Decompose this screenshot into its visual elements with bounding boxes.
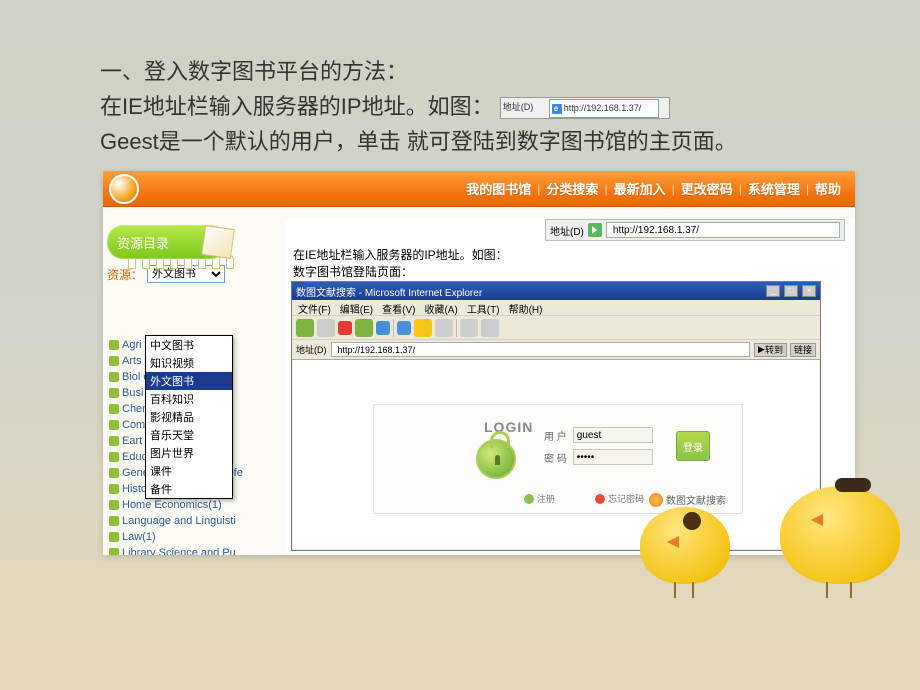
dropdown-item-selected[interactable]: 外文图书 <box>146 372 232 390</box>
dropdown-item[interactable]: 图片世界 <box>146 444 232 462</box>
ie-address-bar: 地址(D) http://192.168.1.37/ ▶ 转到 链接 <box>292 340 820 360</box>
dropdown-item[interactable]: 备件 <box>146 480 232 498</box>
ie-menubar: 文件(F) 编辑(E) 查看(V) 收藏(A) 工具(T) 帮助(H) <box>292 300 820 316</box>
instruction-text: 在IE地址栏输入服务器的IP地址。如图： 数字图书馆登陆页面： <box>293 247 508 281</box>
slide-text-block: 一、登入数字图书平台的方法： 在IE地址栏输入服务器的IP地址。如图： 地址(D… <box>100 54 850 160</box>
category-item[interactable]: Language and Linguisti <box>109 513 243 529</box>
nav-help[interactable]: 帮助 <box>815 179 841 198</box>
category-item[interactable]: Law(1) <box>109 529 243 545</box>
user-label: 用 户 <box>544 428 567 443</box>
folder-icon <box>109 468 119 478</box>
nav-system-admin[interactable]: 系统管理 <box>748 179 800 198</box>
plus-icon <box>524 494 534 504</box>
chick-illustration <box>780 458 900 598</box>
ie-content: LOGIN 用 户 密 码 登录 注册 <box>293 360 819 549</box>
links-button[interactable]: 链接 <box>790 343 816 357</box>
back-button[interactable] <box>296 319 314 337</box>
go-button[interactable]: ▶ 转到 <box>754 343 787 357</box>
print-button[interactable] <box>481 319 499 337</box>
pass-input[interactable] <box>573 449 653 465</box>
login-form: 用 户 密 码 <box>544 427 653 471</box>
dropdown-item[interactable]: 中文图书 <box>146 336 232 354</box>
favorites-button[interactable] <box>414 319 432 337</box>
menu-view[interactable]: 查看(V) <box>382 301 415 314</box>
search-button[interactable] <box>397 321 411 335</box>
slide-heading: 一、登入数字图书平台的方法： <box>100 54 850 89</box>
forgot-link[interactable]: 忘记密码 <box>595 492 644 505</box>
menu-favorites[interactable]: 收藏(A) <box>424 301 457 314</box>
home-button[interactable] <box>376 321 390 335</box>
minimize-button[interactable]: _ <box>766 285 780 297</box>
nav-category-search[interactable]: 分类搜索 <box>546 179 598 198</box>
login-button[interactable]: 登录 <box>676 431 710 461</box>
dropdown-item[interactable]: 知识视频 <box>146 354 232 372</box>
notebook-icon <box>201 225 235 259</box>
slide-line3: Geest是一个默认的用户，单击 就可登陆到数字图书馆的主页面。 <box>100 124 850 159</box>
menu-edit[interactable]: 编辑(E) <box>340 301 373 314</box>
menu-tools[interactable]: 工具(T) <box>467 301 500 314</box>
maximize-button[interactable]: □ <box>784 285 798 297</box>
lock-icon <box>476 439 516 479</box>
login-links: 注册 忘记密码 <box>524 492 644 505</box>
register-link[interactable]: 注册 <box>524 492 555 505</box>
folder-icon <box>109 484 119 494</box>
folder-icon <box>109 500 119 510</box>
pass-label: 密 码 <box>544 450 567 465</box>
address-bar-inline: 地址(D) http://192.168.1.37/ <box>500 97 670 119</box>
login-title: LOGIN <box>484 419 533 435</box>
folder-icon <box>109 532 119 542</box>
category-item[interactable]: Home Economics(1) <box>109 497 243 513</box>
mail-button[interactable] <box>460 319 478 337</box>
window-buttons: _ □ × <box>765 285 816 297</box>
ie-icon <box>552 104 562 114</box>
ie-titlebar: 数图文献搜索 - Microsoft Internet Explorer _ □… <box>292 282 820 300</box>
category-item[interactable]: Library Science and Pu <box>109 545 243 555</box>
menu-file[interactable]: 文件(F) <box>298 301 331 314</box>
top-nav: 我的图书馆| 分类搜索| 最新加入| 更改密码| 系统管理| 帮助 <box>103 171 855 207</box>
go-arrow-icon[interactable] <box>588 223 602 237</box>
url-box: http://192.168.1.37/ <box>549 99 659 117</box>
menu-help[interactable]: 帮助(H) <box>509 301 543 314</box>
chick-illustration <box>640 488 730 598</box>
ie-toolbar <box>292 316 820 340</box>
refresh-button[interactable] <box>355 319 373 337</box>
logo-icon <box>109 174 139 204</box>
forward-button[interactable] <box>317 319 335 337</box>
folder-icon <box>109 436 119 446</box>
nav-change-password[interactable]: 更改密码 <box>681 179 733 198</box>
stop-button[interactable] <box>338 321 352 335</box>
folder-icon <box>109 420 119 430</box>
folder-icon <box>109 452 119 462</box>
question-icon <box>595 494 605 504</box>
folder-icon <box>109 372 119 382</box>
resource-dropdown-open[interactable]: 中文图书 知识视频 外文图书 百科知识 影视精品 音乐天堂 图片世界 课件 备件 <box>145 335 233 499</box>
dropdown-item[interactable]: 百科知识 <box>146 390 232 408</box>
screenshot-area: 我的图书馆| 分类搜索| 最新加入| 更改密码| 系统管理| 帮助 资源目录 资… <box>103 171 855 555</box>
user-input[interactable] <box>573 427 653 443</box>
history-button[interactable] <box>435 319 453 337</box>
ie-url-input[interactable]: http://192.168.1.37/ <box>331 342 751 357</box>
dropdown-item[interactable]: 音乐天堂 <box>146 426 232 444</box>
folder-icon <box>109 404 119 414</box>
close-button[interactable]: × <box>802 285 816 297</box>
nav-my-library[interactable]: 我的图书馆 <box>466 179 531 198</box>
dropdown-item[interactable]: 课件 <box>146 462 232 480</box>
folder-icon <box>109 340 119 350</box>
resource-header: 资源目录 <box>107 225 227 259</box>
ie-window: 数图文献搜索 - Microsoft Internet Explorer _ □… <box>291 281 821 551</box>
nav-latest[interactable]: 最新加入 <box>614 179 666 198</box>
folder-icon <box>109 548 119 555</box>
url-field[interactable]: http://192.168.1.37/ <box>606 222 840 238</box>
left-panel: 资源目录 资源： 外文图书 中文图书 知识视频 外文图书 百科知识 影视精品 音… <box>103 219 249 555</box>
address-bar-right: 地址(D) http://192.168.1.37/ <box>545 219 845 241</box>
slide-line2: 在IE地址栏输入服务器的IP地址。如图： 地址(D) http://192.16… <box>100 89 850 124</box>
folder-icon <box>109 516 119 526</box>
dropdown-item[interactable]: 影视精品 <box>146 408 232 426</box>
folder-icon <box>109 388 119 398</box>
folder-icon <box>109 356 119 366</box>
right-panel: 地址(D) http://192.168.1.37/ 在IE地址栏输入服务器的I… <box>285 219 855 555</box>
